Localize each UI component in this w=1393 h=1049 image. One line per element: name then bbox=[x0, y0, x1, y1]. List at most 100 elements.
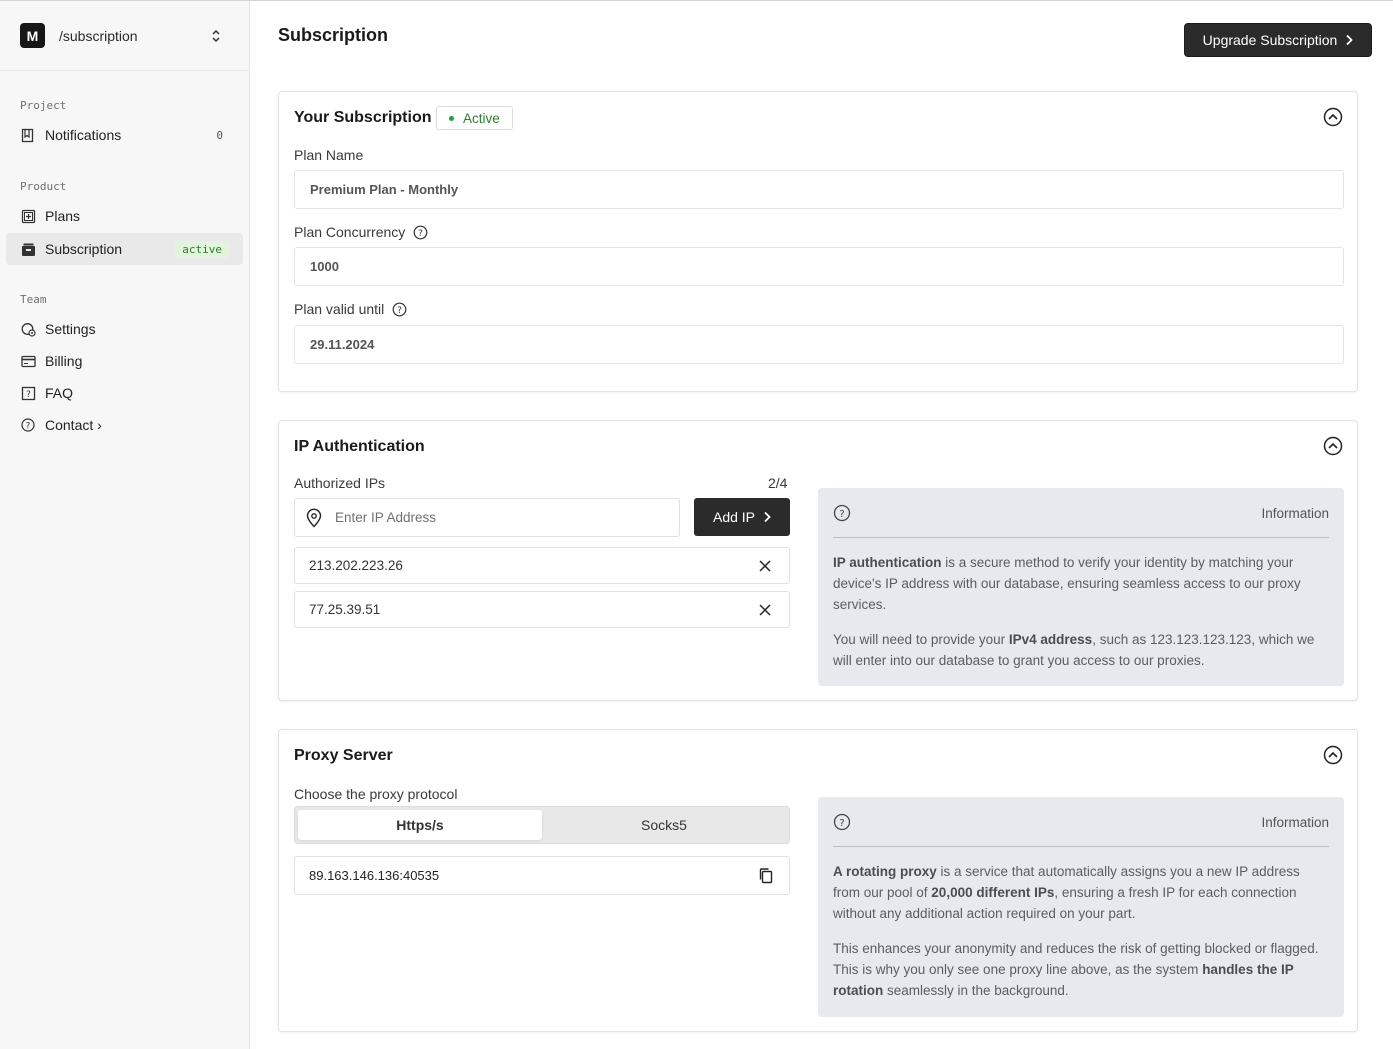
upgrade-button-label: Upgrade Subscription bbox=[1202, 32, 1338, 48]
proxy-line-field: 89.163.146.136:40535 bbox=[294, 856, 790, 895]
info-label: Information bbox=[1261, 505, 1329, 521]
info-bold-text: IPv4 address bbox=[1008, 632, 1093, 647]
sidebar-item-label: Plans bbox=[45, 208, 81, 224]
svg-text:?: ? bbox=[418, 229, 423, 239]
ip-auth-info-box: ? Information IP authentication is a sec… bbox=[818, 488, 1344, 686]
gear-icon bbox=[20, 321, 36, 337]
chevron-up-circle-icon[interactable] bbox=[1323, 745, 1343, 765]
sidebar-item-billing[interactable]: Billing bbox=[6, 345, 243, 377]
sidebar-item-label: FAQ bbox=[45, 385, 74, 401]
proxy-protocol-label: Choose the proxy protocol bbox=[294, 786, 458, 802]
plan-concurrency-label-text: Plan Concurrency bbox=[294, 224, 406, 240]
ip-address-input[interactable] bbox=[335, 510, 635, 525]
help-circle-icon: ? bbox=[833, 813, 851, 831]
plus-square-icon bbox=[20, 208, 36, 224]
info-bold-text: IP authentication bbox=[833, 555, 942, 570]
info-paragraph: A rotating proxy is a service that autom… bbox=[833, 861, 1329, 924]
status-badge: active bbox=[175, 240, 229, 258]
help-circle-icon: ? bbox=[833, 504, 851, 522]
list-item: 77.25.39.51 bbox=[294, 591, 790, 628]
card-title: Your Subscription bbox=[294, 109, 432, 126]
divider bbox=[833, 846, 1329, 847]
plan-name-label: Plan Name bbox=[294, 147, 364, 163]
box-icon bbox=[20, 241, 36, 257]
credit-card-icon bbox=[20, 353, 36, 369]
sidebar-item-plans[interactable]: Plans bbox=[6, 200, 243, 232]
proxy-info-box: ? Information A rotating proxy is a serv… bbox=[818, 797, 1344, 1017]
svg-text:?: ? bbox=[397, 306, 402, 316]
question-book-icon: ? bbox=[20, 385, 36, 401]
main-content: Subscription Upgrade Subscription Your S… bbox=[251, 1, 1393, 1049]
close-icon[interactable] bbox=[757, 558, 773, 574]
card-title: IP Authentication bbox=[294, 438, 425, 455]
info-bold-text: A rotating proxy bbox=[833, 864, 937, 879]
info-bold-text: 20,000 different IPs bbox=[931, 885, 1055, 900]
help-circle-icon[interactable]: ? bbox=[392, 302, 407, 317]
your-subscription-card: Your Subscription Active Plan Name Premi… bbox=[278, 91, 1358, 392]
svg-text:?: ? bbox=[839, 818, 844, 829]
sidebar-item-label: Billing bbox=[45, 353, 83, 369]
plan-valid-until-label: Plan valid until ? bbox=[294, 301, 407, 317]
ip-authentication-card: IP Authentication Authorized IPs 2/4 Add… bbox=[278, 420, 1358, 701]
sidebar-item-label: Contact › bbox=[45, 417, 102, 433]
svg-text:?: ? bbox=[26, 421, 31, 431]
info-text: seamlessly in the background. bbox=[883, 983, 1069, 998]
info-paragraph: This enhances your anonymity and reduces… bbox=[833, 938, 1329, 1001]
proxy-server-card: Proxy Server Choose the proxy protocol H… bbox=[278, 729, 1358, 1032]
copy-icon[interactable] bbox=[757, 867, 775, 885]
project-path: /subscription bbox=[59, 27, 138, 44]
protocol-option-socks5[interactable]: Socks5 bbox=[542, 810, 786, 840]
bookmark-icon bbox=[20, 127, 36, 143]
sidebar-item-notifications[interactable]: Notifications 0 bbox=[6, 119, 243, 151]
status-badge: Active bbox=[436, 106, 513, 130]
status-dot bbox=[449, 115, 454, 121]
upgrade-subscription-button[interactable]: Upgrade Subscription bbox=[1184, 23, 1372, 57]
sidebar-item-label: Settings bbox=[45, 321, 96, 337]
authorized-ips-label: Authorized IPs bbox=[294, 475, 386, 491]
info-text: You will need to provide your bbox=[833, 632, 1009, 647]
add-ip-button[interactable]: Add IP bbox=[694, 498, 790, 536]
status-label: Active bbox=[463, 110, 500, 126]
plan-valid-until-label-text: Plan valid until bbox=[294, 301, 385, 317]
ip-address-input-wrapper[interactable] bbox=[294, 498, 680, 537]
chevron-up-circle-icon[interactable] bbox=[1323, 436, 1343, 456]
project-switcher[interactable]: M /subscription bbox=[0, 1, 249, 71]
sidebar: M /subscription Project Notifications 0 … bbox=[0, 1, 250, 1049]
plan-concurrency-field: 1000 bbox=[294, 247, 1344, 286]
plan-valid-until-field: 29.11.2024 bbox=[294, 325, 1344, 364]
protocol-toggle: Https/s Socks5 bbox=[294, 806, 790, 844]
page-title: Subscription bbox=[278, 25, 389, 45]
svg-text:?: ? bbox=[26, 390, 31, 400]
add-ip-button-label: Add IP bbox=[712, 509, 756, 525]
chevron-up-circle-icon[interactable] bbox=[1323, 107, 1343, 127]
section-label-product: Product bbox=[20, 180, 67, 193]
chevron-up-down-icon bbox=[209, 28, 223, 44]
section-label-team: Team bbox=[20, 293, 47, 306]
chevron-right-icon bbox=[1346, 34, 1354, 46]
plan-name-field: Premium Plan - Monthly bbox=[294, 170, 1344, 209]
section-label-project: Project bbox=[20, 99, 67, 112]
plan-concurrency-label: Plan Concurrency ? bbox=[294, 224, 428, 240]
info-paragraph: You will need to provide your IPv4 addre… bbox=[833, 629, 1329, 671]
chevron-right-icon bbox=[764, 511, 771, 523]
sidebar-item-faq[interactable]: ? FAQ bbox=[6, 377, 243, 409]
sidebar-item-settings[interactable]: Settings bbox=[6, 313, 243, 345]
authorized-ip-value: 77.25.39.51 bbox=[309, 602, 381, 617]
sidebar-item-contact[interactable]: ? Contact › bbox=[6, 409, 243, 441]
authorized-ips-count: 2/4 bbox=[768, 475, 788, 491]
svg-text:?: ? bbox=[839, 509, 844, 520]
authorized-ip-value: 213.202.223.26 bbox=[309, 558, 403, 573]
close-icon[interactable] bbox=[757, 602, 773, 618]
sidebar-item-subscription[interactable]: Subscription active bbox=[6, 233, 243, 265]
proxy-line-value: 89.163.146.136:40535 bbox=[309, 868, 440, 883]
divider bbox=[833, 537, 1329, 538]
card-title: Proxy Server bbox=[294, 747, 393, 764]
location-pin-icon bbox=[306, 508, 322, 527]
sidebar-item-label: Notifications bbox=[45, 127, 122, 143]
help-circle-icon: ? bbox=[20, 417, 36, 433]
sidebar-item-label: Subscription bbox=[45, 241, 123, 257]
protocol-option-https[interactable]: Https/s bbox=[298, 810, 542, 840]
info-label: Information bbox=[1261, 814, 1329, 830]
help-circle-icon[interactable]: ? bbox=[413, 225, 428, 240]
info-paragraph: IP authentication is a secure method to … bbox=[833, 552, 1329, 615]
